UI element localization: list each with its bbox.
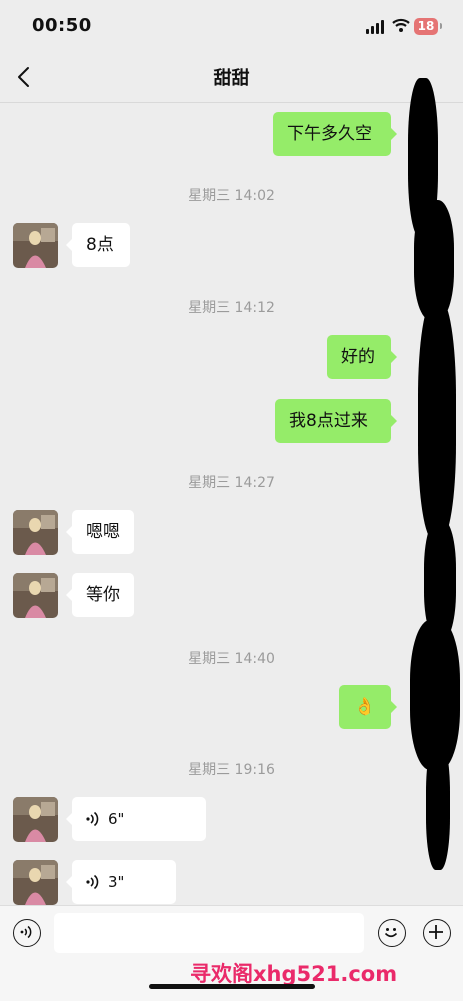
contact-avatar[interactable] xyxy=(13,223,58,268)
voice-wave-icon xyxy=(86,874,99,890)
voice-wave-icon xyxy=(86,811,99,827)
timestamp: 星期三 14:12 xyxy=(188,300,275,316)
emoji-button[interactable] xyxy=(378,919,406,947)
contact-avatar[interactable] xyxy=(13,860,58,905)
voice-input-button[interactable] xyxy=(13,919,41,947)
voice-duration: 3" xyxy=(108,873,125,891)
battery-icon: 18 xyxy=(414,18,438,35)
chat-title: 甜甜 xyxy=(213,68,250,89)
received-message-bubble[interactable]: 8点 xyxy=(66,223,130,267)
home-indicator xyxy=(149,984,315,989)
sent-emoji-bubble[interactable]: 👌 xyxy=(339,685,397,729)
more-options-button[interactable] xyxy=(423,919,451,947)
smiley-icon xyxy=(384,928,398,938)
voice-message-bubble[interactable]: 3" xyxy=(66,860,176,904)
chat-header: 甜甜 xyxy=(0,52,463,103)
timestamp: 星期三 14:02 xyxy=(188,188,275,204)
timestamp: 星期三 19:16 xyxy=(188,762,275,778)
received-message-bubble[interactable]: 等你 xyxy=(66,573,134,617)
plus-icon xyxy=(429,925,443,939)
wifi-icon xyxy=(392,18,410,32)
received-message-bubble[interactable]: 嗯嗯 xyxy=(66,510,134,554)
contact-avatar[interactable] xyxy=(13,797,58,842)
cellular-signal-icon xyxy=(366,20,384,34)
contact-avatar[interactable] xyxy=(13,510,58,555)
voice-duration: 6" xyxy=(108,810,125,828)
sent-message-bubble[interactable]: 下午多久空 xyxy=(273,112,397,156)
status-bar: 00:50 18 xyxy=(0,0,463,52)
voice-message-bubble[interactable]: 6" xyxy=(66,797,206,841)
sent-message-bubble[interactable]: 我8点过来 xyxy=(275,399,397,443)
battery-tip xyxy=(440,23,442,29)
timestamp: 星期三 14:27 xyxy=(188,475,275,491)
sent-message-bubble[interactable]: 好的 xyxy=(327,335,397,379)
status-time: 00:50 xyxy=(32,15,92,36)
message-input[interactable] xyxy=(54,913,364,953)
timestamp: 星期三 14:40 xyxy=(188,651,275,667)
contact-avatar[interactable] xyxy=(13,573,58,618)
voice-wave-icon xyxy=(20,925,32,939)
